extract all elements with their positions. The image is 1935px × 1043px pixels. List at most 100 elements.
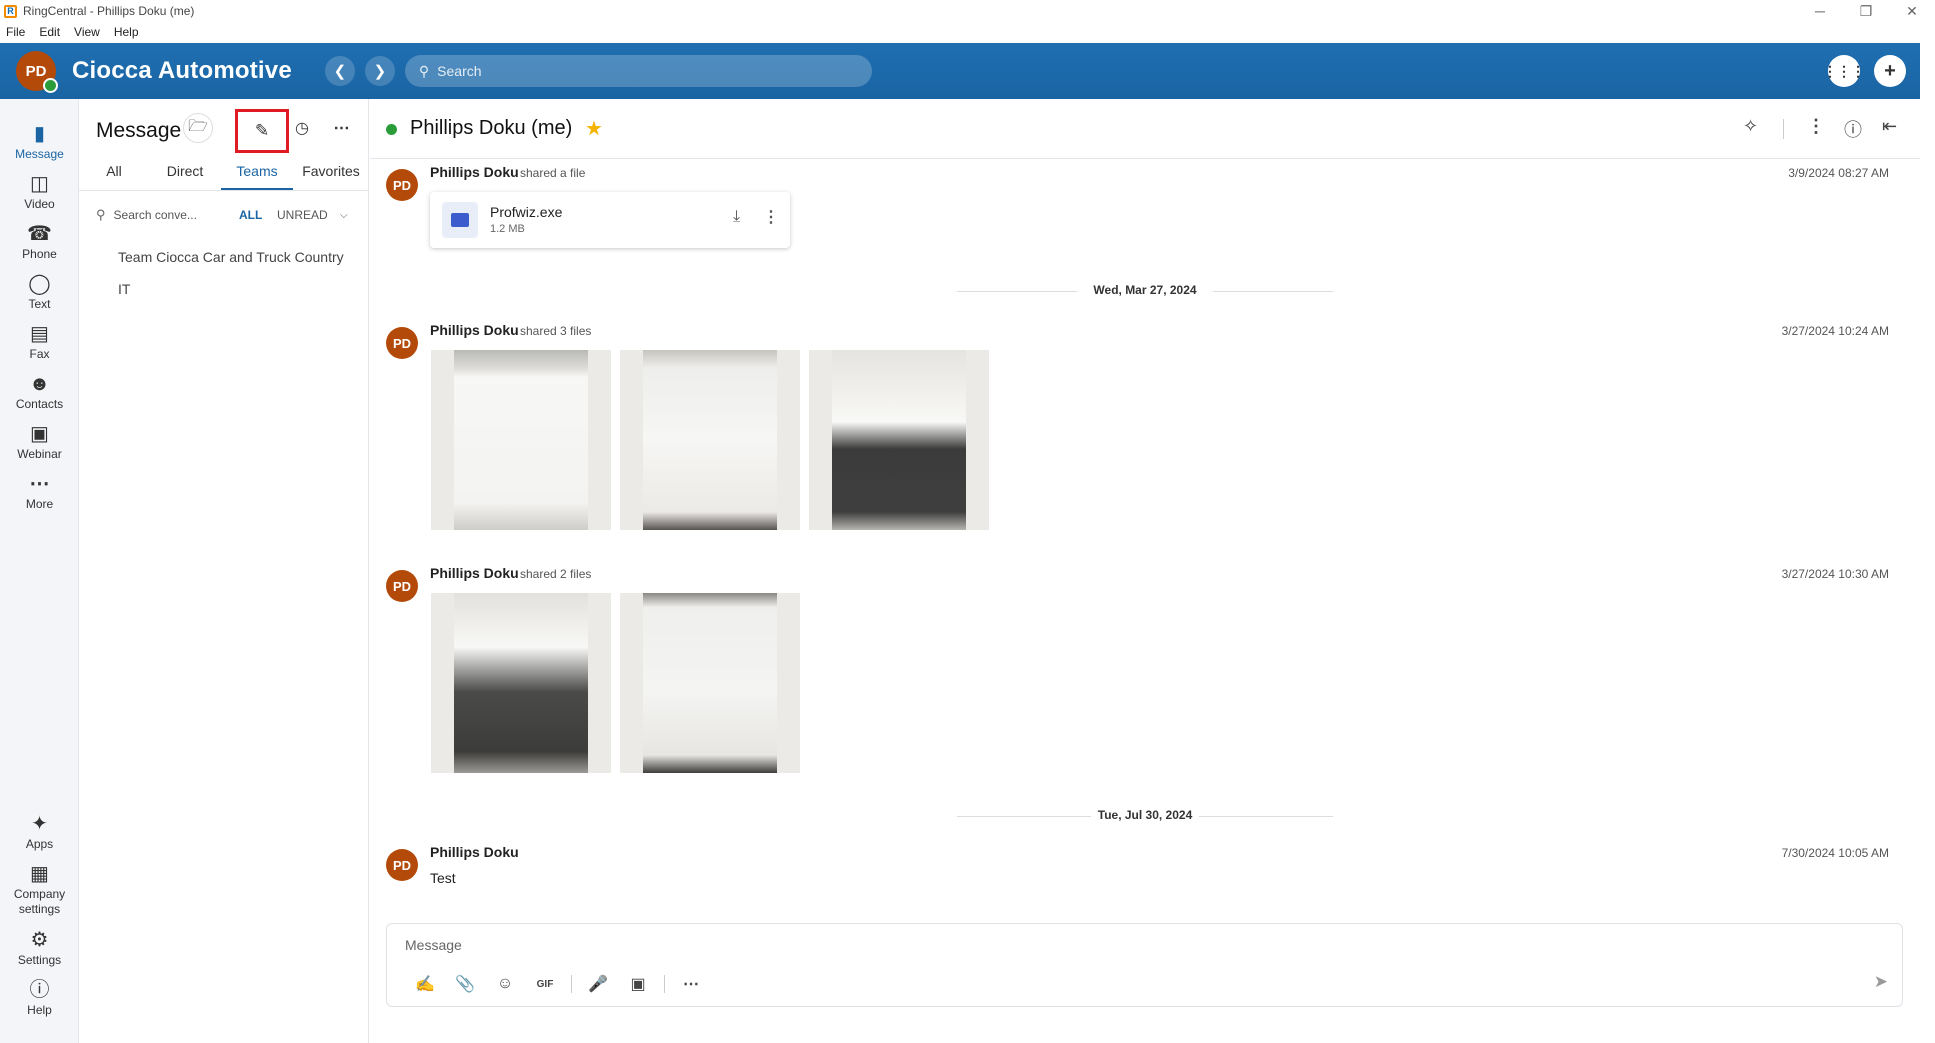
global-search-placeholder: Search [437, 63, 482, 79]
menu-bar: File Edit View Help [0, 22, 1935, 42]
nav-text[interactable]: ◯ Text [0, 271, 79, 311]
message-icon: ▮ [33, 123, 45, 145]
conversation-item[interactable]: IT [118, 281, 130, 297]
message-sender[interactable]: Phillips Doku [430, 844, 519, 860]
image-thumbnail[interactable] [809, 350, 989, 530]
user-avatar[interactable]: PD [16, 51, 58, 93]
message-action: shared 2 files [520, 567, 592, 581]
nav-phone-label: Phone [22, 247, 57, 261]
message-input[interactable]: Message [405, 937, 462, 953]
nav-more[interactable]: ⋯ More [0, 471, 79, 511]
video-icon: ◫ [30, 173, 49, 195]
conversation-search[interactable]: ⚲ Search conve... ALL UNREAD ⌵ [79, 201, 369, 229]
chevron-left-icon: ❮ [333, 63, 347, 80]
message-sender[interactable]: Phillips Doku [430, 322, 519, 338]
download-icon[interactable]: ⤓ [733, 208, 740, 226]
file-name: Profwiz.exe [490, 204, 563, 220]
reminders-button[interactable]: ◷ [287, 113, 317, 143]
nav-more-label: More [25, 497, 54, 511]
avatar[interactable]: PD [386, 570, 418, 602]
text-icon: ◯ [28, 273, 51, 295]
nav-contacts-label: Contacts [15, 397, 64, 411]
apps-icon: ✦ [31, 813, 48, 835]
image-thumbnail[interactable] [620, 350, 800, 530]
avatar[interactable]: PD [386, 849, 418, 881]
message-action: shared a file [520, 166, 586, 180]
filter-all[interactable]: ALL [239, 208, 262, 222]
text-format-icon[interactable]: ✍ [405, 974, 445, 994]
more-vertical-icon[interactable]: ⋮ [763, 207, 779, 227]
conversation-panel: Message 🗁 ✎ ◷ ⋯ All Direct Teams Favorit… [79, 99, 369, 1043]
conversation-item[interactable]: Team Ciocca Car and Truck Country [118, 249, 344, 265]
sparkle-icon[interactable]: ✧ [1743, 116, 1758, 137]
image-thumbnail[interactable] [431, 593, 611, 773]
more-horizontal-icon[interactable]: ⋯ [671, 974, 711, 994]
tab-all[interactable]: All [79, 163, 149, 190]
attach-icon[interactable]: 📎 [445, 974, 485, 994]
menu-file[interactable]: File [0, 25, 32, 39]
tab-direct[interactable]: Direct [149, 163, 221, 190]
search-icon: ⚲ [96, 207, 106, 222]
more-vertical-icon[interactable]: ⋮ [1807, 116, 1825, 137]
back-button[interactable]: ❮ [324, 56, 355, 86]
message-sender[interactable]: Phillips Doku [430, 565, 519, 581]
nav-apps-label: Apps [25, 837, 54, 851]
video-message-icon[interactable]: ▣ [618, 974, 658, 994]
chevron-down-icon[interactable]: ⌵ [340, 210, 348, 221]
avatar[interactable]: PD [386, 169, 418, 201]
dialpad-button[interactable]: ⋮⋮⋮ [1823, 55, 1865, 87]
more-horizontal-icon: ⋯ [333, 120, 351, 137]
nav-help[interactable]: ⓘ Help [0, 977, 79, 1017]
nav-apps[interactable]: ✦ Apps [0, 811, 79, 851]
message-timestamp: 7/30/2024 10:05 AM [1781, 846, 1889, 860]
window-title: RingCentral - Phillips Doku (me) [23, 4, 195, 18]
forward-button[interactable]: ❯ [364, 56, 395, 86]
emoji-icon[interactable]: ☺ [485, 975, 525, 993]
gif-icon[interactable]: GIF [525, 979, 565, 990]
nav-contacts[interactable]: ☻ Contacts [0, 371, 79, 411]
conversation-more-button[interactable]: ⋯ [327, 113, 357, 143]
restore-icon[interactable]: ❐ [1843, 0, 1889, 22]
menu-edit[interactable]: Edit [32, 25, 67, 39]
left-navigation: ▮ Message ◫ Video ☎ Phone ◯ Text ▤ Fax ☻… [0, 99, 79, 1043]
toolbar-divider [571, 975, 572, 993]
microphone-icon[interactable]: 🎤 [578, 974, 618, 994]
help-circle-icon[interactable]: ⓘ [1844, 116, 1862, 142]
nav-fax[interactable]: ▤ Fax [0, 321, 79, 361]
nav-message[interactable]: ▮ Message [0, 111, 79, 165]
image-thumbnail[interactable] [620, 593, 800, 773]
window-edge [1920, 43, 1935, 1043]
conversation-panel-title: Message [96, 119, 182, 142]
minimize-icon[interactable]: ─ [1797, 0, 1843, 22]
tab-favorites[interactable]: Favorites [293, 163, 369, 190]
send-icon[interactable]: ➤ [1874, 972, 1888, 992]
favorite-star-icon[interactable]: ★ [585, 116, 603, 141]
tab-teams[interactable]: Teams [221, 163, 293, 190]
message-composer[interactable]: Message ✍ 📎 ☺ GIF 🎤 ▣ ⋯ ➤ [386, 923, 1903, 1007]
global-search[interactable]: ⚲ Search [404, 55, 872, 87]
nav-video[interactable]: ◫ Video [0, 171, 79, 211]
chat-title: Phillips Doku (me) [410, 117, 573, 139]
folder-icon: 🗁 [188, 117, 208, 135]
message-sender[interactable]: Phillips Doku [430, 164, 519, 180]
close-icon[interactable]: ✕ [1889, 0, 1935, 22]
message-timestamp: 3/27/2024 10:30 AM [1781, 567, 1889, 581]
menu-help[interactable]: Help [107, 25, 146, 39]
nav-company-settings[interactable]: ▦ Company settings [0, 861, 79, 917]
avatar[interactable]: PD [386, 327, 418, 359]
presence-available-icon [386, 124, 397, 135]
nav-message-label: Message [15, 147, 64, 161]
filter-unread[interactable]: UNREAD [277, 208, 328, 222]
nav-settings[interactable]: ⚙ Settings [0, 927, 79, 967]
more-icon: ⋯ [29, 473, 50, 495]
plus-icon: + [1884, 59, 1896, 82]
image-thumbnail[interactable] [431, 350, 611, 530]
collapse-panel-icon[interactable]: ⇤ [1882, 116, 1897, 137]
folder-button[interactable]: 🗁 [183, 113, 213, 143]
menu-view[interactable]: View [67, 25, 107, 39]
new-conversation-button[interactable]: ✎ [235, 109, 289, 153]
file-attachment-card[interactable]: Profwiz.exe 1.2 MB ⤓ ⋮ [430, 192, 790, 248]
nav-phone[interactable]: ☎ Phone [0, 221, 79, 261]
new-action-button[interactable]: + [1874, 55, 1906, 87]
nav-webinar[interactable]: ▣ Webinar [0, 421, 79, 461]
